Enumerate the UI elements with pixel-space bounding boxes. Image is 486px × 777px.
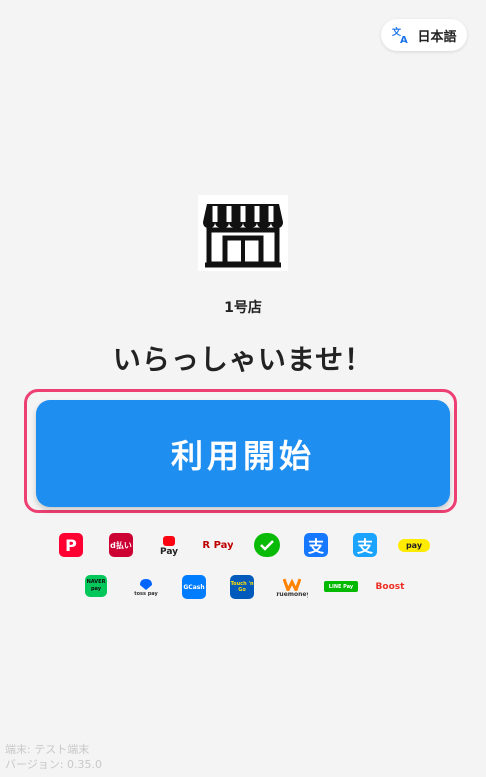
- truemoney-icon: truemoney: [276, 575, 308, 601]
- merpay-icon: Pay: [157, 533, 181, 559]
- touch-n-go-icon: Touch 'n Go: [230, 575, 254, 599]
- store-logo: [198, 195, 288, 271]
- d-barai-icon: d払い: [109, 533, 133, 557]
- gcash-icon: GCash: [182, 575, 206, 599]
- store-icon: [203, 204, 283, 268]
- payment-methods-row-2: NAVER pay toss pay GCash Touch 'n Go tru…: [0, 575, 486, 603]
- toss-pay-icon: toss pay: [134, 575, 158, 599]
- paypay-icon: P: [59, 533, 83, 557]
- translate-icon: 文 A: [391, 25, 411, 45]
- boost-icon: Boost: [375, 582, 405, 592]
- wechat-pay-icon: [254, 533, 280, 557]
- rakuten-pay-icon: R Pay: [203, 539, 233, 551]
- alipay-icon: 支: [304, 533, 328, 557]
- line-pay-icon: LINE Pay: [324, 581, 358, 592]
- greeting-text: いらっしゃいませ！: [112, 343, 374, 376]
- store-name: 1号店: [224, 300, 262, 316]
- start-button[interactable]: 利用開始: [36, 400, 450, 507]
- language-button[interactable]: 文 A 日本語: [381, 19, 467, 51]
- naver-pay-icon: NAVER pay: [85, 575, 107, 597]
- version-label: バージョン: 0.35.0: [5, 758, 102, 771]
- alipay-plus-icon: 支: [353, 533, 377, 557]
- kakaopay-icon: pay: [398, 539, 430, 552]
- payment-methods-row-1: P d払い Pay R Pay 支 支 pay: [0, 533, 486, 561]
- terminal-label: 端末: テスト端末: [5, 743, 90, 756]
- svg-text:A: A: [400, 35, 408, 45]
- footer-info: 端末: テスト端末 バージョン: 0.35.0: [5, 742, 102, 772]
- language-label: 日本語: [417, 29, 457, 45]
